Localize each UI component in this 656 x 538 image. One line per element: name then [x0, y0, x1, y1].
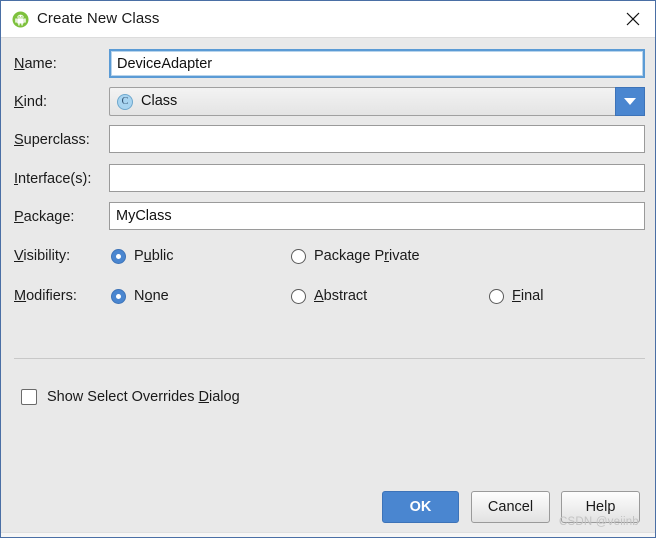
row-visibility: Visibility: Public Package Private [1, 241, 656, 271]
kind-selected-value: Class [141, 88, 177, 115]
superclass-input[interactable] [109, 125, 645, 153]
interfaces-label: Interface(s): [14, 164, 91, 194]
section-divider [14, 358, 645, 359]
radio-label: Final [512, 288, 543, 304]
radio-modifier-abstract[interactable]: Abstract [291, 281, 367, 311]
dialog-bottom-strip [1, 532, 656, 538]
radio-visibility-public[interactable]: Public [111, 241, 174, 271]
radio-label: Abstract [314, 288, 367, 304]
visibility-label: Visibility: [14, 241, 70, 271]
name-input[interactable] [109, 49, 645, 78]
superclass-label: Superclass: [14, 125, 90, 155]
package-label: Package: [14, 202, 74, 232]
modifiers-label: Modifiers: [14, 281, 77, 311]
dialog-title: Create New Class [37, 10, 159, 27]
kind-label: Kind: [14, 87, 47, 117]
package-input[interactable] [109, 202, 645, 230]
close-icon[interactable] [611, 2, 655, 36]
checkbox-label: Show Select Overrides Dialog [47, 389, 240, 405]
create-new-class-dialog: Create New Class Name: Kind: C Class Sup… [0, 0, 656, 538]
radio-indicator [111, 289, 126, 304]
row-kind: Kind: C Class [1, 87, 656, 117]
checkbox-indicator [21, 389, 37, 405]
interfaces-input[interactable] [109, 164, 645, 192]
radio-label: Public [134, 248, 174, 264]
radio-indicator [291, 249, 306, 264]
radio-indicator [291, 289, 306, 304]
radio-indicator [489, 289, 504, 304]
radio-indicator [111, 249, 126, 264]
radio-label: Package Private [314, 248, 420, 264]
radio-label: None [134, 288, 169, 304]
row-name: Name: [1, 49, 656, 79]
radio-visibility-package-private[interactable]: Package Private [291, 241, 420, 271]
kind-combobox[interactable]: C Class [109, 87, 645, 116]
radio-modifier-final[interactable]: Final [489, 281, 543, 311]
watermark: CSDN @veiinb [559, 516, 639, 528]
row-interfaces: Interface(s): [1, 164, 656, 194]
chevron-down-icon[interactable] [615, 87, 645, 116]
android-studio-icon [12, 11, 29, 28]
row-modifiers: Modifiers: None Abstract Final [1, 281, 656, 311]
radio-modifier-none[interactable]: None [111, 281, 169, 311]
ok-button[interactable]: OK [382, 491, 459, 523]
cancel-button[interactable]: Cancel [471, 491, 550, 523]
name-label: Name: [14, 49, 57, 79]
row-package: Package: [1, 202, 656, 232]
dialog-titlebar: Create New Class [1, 1, 656, 38]
show-select-overrides-dialog-checkbox[interactable]: Show Select Overrides Dialog [21, 386, 240, 408]
class-icon: C [117, 94, 133, 110]
row-superclass: Superclass: [1, 125, 656, 155]
